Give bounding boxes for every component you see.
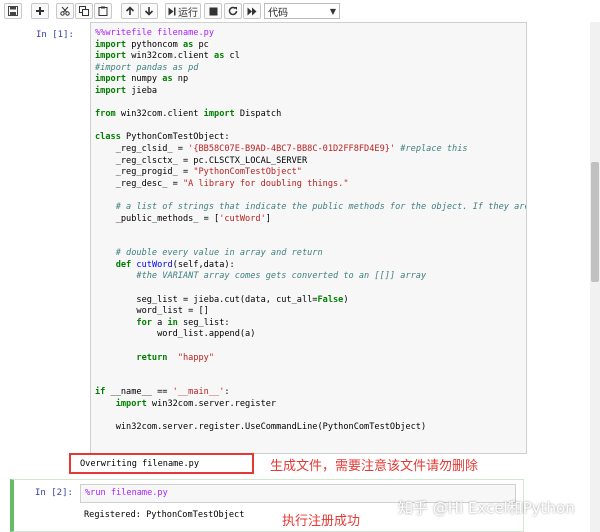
- run-label: 运行: [178, 7, 198, 19]
- save-icon: [8, 6, 18, 16]
- paste-icon: [98, 6, 108, 16]
- cell-2-output: Registered: PythonComTestObject: [84, 510, 245, 520]
- arrow-up-icon: [125, 6, 135, 15]
- annotation-file-warning: 生成文件，需要注意该文件请勿删除: [270, 459, 479, 474]
- restart-icon: [228, 6, 238, 16]
- fast-forward-icon: [247, 7, 257, 15]
- cell-1-output: Overwriting filename.py: [69, 453, 254, 474]
- cut-icon: [60, 6, 70, 16]
- copy-button[interactable]: [75, 3, 93, 19]
- stop-icon: [209, 7, 217, 15]
- notebook-toolbar: 运行 代码 ▼: [0, 0, 600, 23]
- cell-type-select[interactable]: 代码 ▼: [264, 3, 340, 19]
- cell-2-prompt: In [2]:: [35, 488, 73, 498]
- annotation-register-success: 执行注册成功: [282, 514, 361, 529]
- cell-1-prompt: In [1]:: [36, 30, 74, 40]
- plus-icon: [36, 7, 44, 15]
- cell-2-code[interactable]: %run filename.py: [85, 488, 168, 498]
- run-button[interactable]: 运行: [165, 3, 201, 19]
- code-cell-1[interactable]: In [1]: %%writefile filename.py import p…: [11, 22, 527, 454]
- scrollbar-thumb[interactable]: [591, 162, 599, 282]
- restart-button[interactable]: [224, 3, 242, 19]
- vertical-scrollbar[interactable]: [590, 22, 600, 532]
- cell-type-value: 代码: [268, 7, 288, 19]
- move-down-button[interactable]: [140, 3, 158, 19]
- insert-cell-button[interactable]: [31, 3, 49, 19]
- cell-1-input[interactable]: %%writefile filename.py import pythoncom…: [90, 22, 527, 454]
- cell-1-code[interactable]: %%writefile filename.py import pythoncom…: [95, 28, 526, 434]
- paste-button[interactable]: [94, 3, 112, 19]
- restart-run-all-button[interactable]: [243, 3, 261, 19]
- cut-button[interactable]: [56, 3, 74, 19]
- chevron-down-icon: ▼: [329, 7, 336, 16]
- arrow-down-icon: [144, 7, 154, 16]
- interrupt-button[interactable]: [204, 3, 222, 19]
- move-up-button[interactable]: [121, 3, 139, 19]
- save-button[interactable]: [4, 3, 22, 19]
- copy-icon: [79, 6, 89, 16]
- run-icon: [168, 7, 176, 15]
- zhihu-watermark: 知乎 @Hi Excel和Python: [398, 499, 575, 517]
